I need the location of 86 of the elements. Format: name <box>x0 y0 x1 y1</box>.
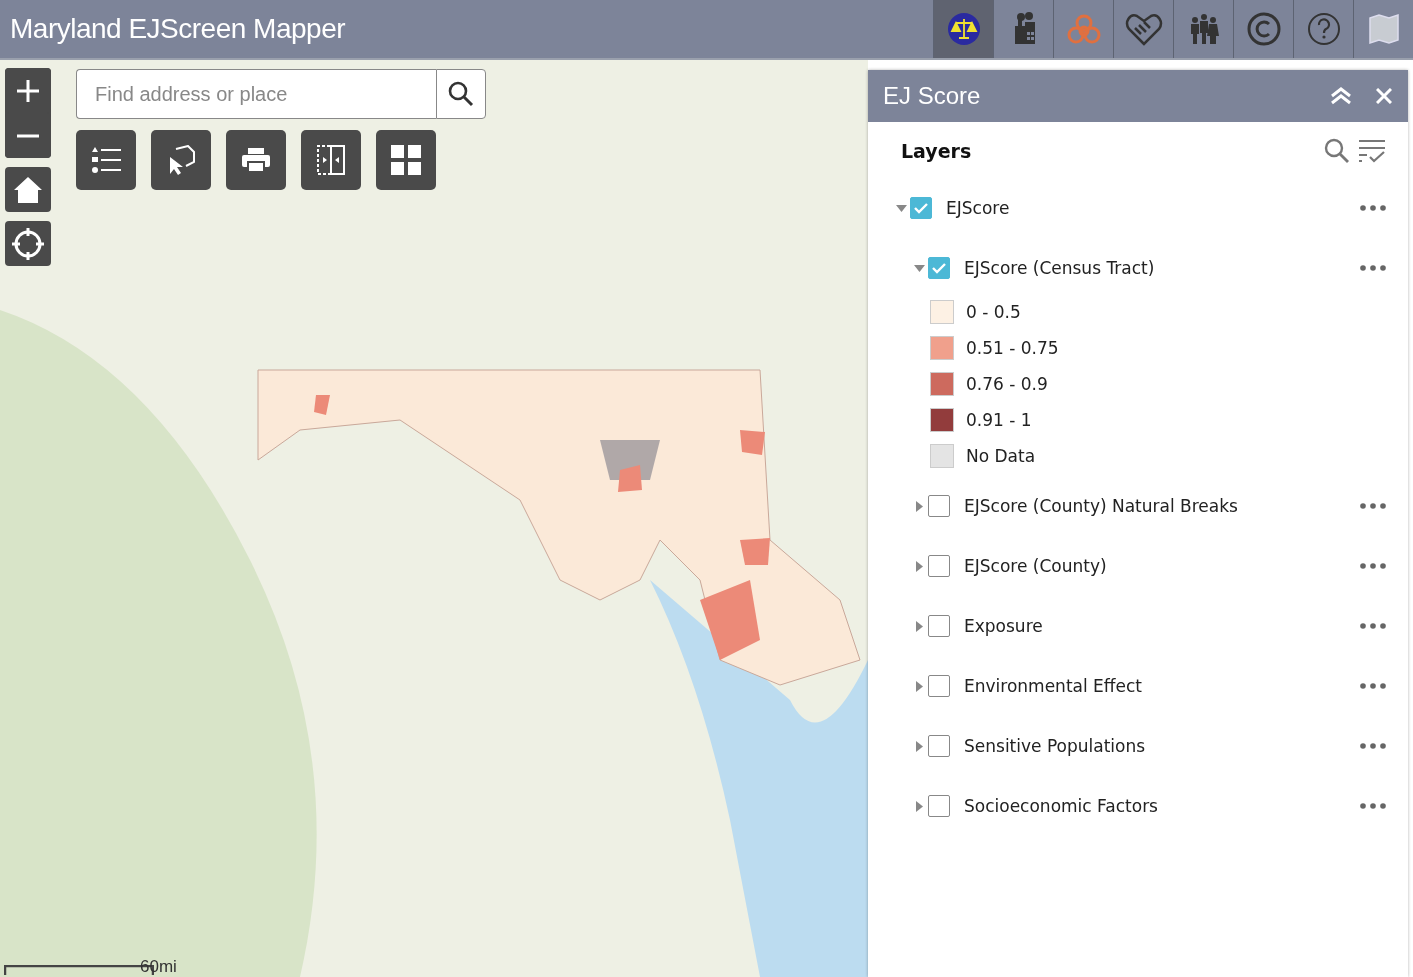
layer-checkbox[interactable] <box>928 615 950 637</box>
caret-icon <box>914 680 925 692</box>
expand-toggle[interactable] <box>914 262 928 274</box>
legend-label: 0.51 - 0.75 <box>966 338 1059 358</box>
check-icon <box>931 262 947 274</box>
more-options-button[interactable] <box>1360 803 1386 809</box>
expand-toggle[interactable] <box>896 202 910 214</box>
scales-icon <box>946 12 981 46</box>
toolbar-button[interactable] <box>933 0 993 58</box>
layer-checkbox[interactable] <box>928 495 950 517</box>
more-options-button[interactable] <box>1360 503 1386 509</box>
layer-name: Sensitive Populations <box>964 736 1147 756</box>
caret-icon <box>896 202 907 214</box>
copyright-icon <box>1245 11 1282 47</box>
ellipsis-icon <box>1360 623 1386 629</box>
ellipsis-icon <box>1360 503 1386 509</box>
search-button[interactable] <box>436 69 486 119</box>
ellipsis-icon <box>1360 563 1386 569</box>
app-title: Maryland EJScreen Mapper <box>9 13 346 45</box>
biohazard-icon <box>1065 12 1102 46</box>
layer-checkbox[interactable] <box>910 197 932 219</box>
map-tool-button[interactable] <box>301 130 361 190</box>
layer-name: EJScore (County) Natural Breaks <box>964 496 1239 516</box>
caret-icon <box>914 620 925 632</box>
more-options-button[interactable] <box>1360 743 1386 749</box>
search-field[interactable]: Find address or place <box>76 69 436 119</box>
layer-checkbox[interactable] <box>928 257 950 279</box>
layer-name: EJScore (County) <box>964 556 1108 576</box>
map-tool-button[interactable] <box>151 130 211 190</box>
layer-name: Socioeconomic Factors <box>964 796 1159 816</box>
crosshair-icon <box>12 227 44 260</box>
map-tool-button[interactable] <box>376 130 436 190</box>
layer-checkbox[interactable] <box>928 735 950 757</box>
more-options-button[interactable] <box>1360 205 1386 211</box>
map-tool-button[interactable] <box>76 130 136 190</box>
more-options-button[interactable] <box>1360 265 1386 271</box>
minus-icon <box>16 133 40 138</box>
printer-icon <box>241 147 271 173</box>
caret-icon <box>914 740 925 752</box>
caret-icon <box>914 560 925 572</box>
legend-label: No Data <box>966 446 1036 466</box>
scale-label: 60mi <box>140 958 177 975</box>
ellipsis-icon <box>1360 205 1386 211</box>
legend-label: 0.91 - 1 <box>966 410 1032 430</box>
filter-button[interactable] <box>1358 139 1386 163</box>
caret-icon <box>914 500 925 512</box>
layer-name: Environmental Effect <box>964 676 1144 696</box>
ellipsis-icon <box>1360 683 1386 689</box>
layer-name: Exposure <box>964 616 1044 636</box>
home-button[interactable] <box>5 167 51 212</box>
handshake-heart-icon <box>1124 12 1163 46</box>
layer-name: EJScore (Census Tract) <box>964 258 1156 278</box>
close-button[interactable] <box>1374 86 1394 106</box>
layer-checkbox[interactable] <box>928 555 950 577</box>
help-icon <box>1305 11 1342 47</box>
caret-icon <box>914 800 925 812</box>
check-icon <box>913 202 929 214</box>
legend-label: 0 - 0.5 <box>966 302 1021 322</box>
folded-map-icon <box>1366 12 1401 46</box>
plus-icon <box>16 78 40 103</box>
grid-icon <box>391 145 421 175</box>
layer-checkbox[interactable] <box>928 795 950 817</box>
section-title: Layers <box>900 140 973 162</box>
ellipsis-icon <box>1360 265 1386 271</box>
caret-icon <box>914 262 925 274</box>
more-options-button[interactable] <box>1360 623 1386 629</box>
search-icon <box>448 81 474 107</box>
map-drawing[interactable] <box>0 60 868 977</box>
swipe-icon <box>316 144 346 176</box>
map-tool-button[interactable] <box>226 130 286 190</box>
search-icon <box>1324 138 1350 164</box>
close-icon <box>1376 88 1392 104</box>
list-icon <box>90 146 122 174</box>
more-options-button[interactable] <box>1360 563 1386 569</box>
filter-list-icon <box>1358 139 1386 163</box>
layer-checkbox[interactable] <box>928 675 950 697</box>
legend-label: 0.76 - 0.9 <box>966 374 1048 394</box>
more-options-button[interactable] <box>1360 683 1386 689</box>
home-icon <box>13 175 43 204</box>
search-layers-button[interactable] <box>1324 138 1350 164</box>
locate-button[interactable] <box>5 221 51 266</box>
ellipsis-icon <box>1360 743 1386 749</box>
panel-title: EJ Score <box>883 82 982 110</box>
layer-name: EJScore <box>946 198 1011 218</box>
double-chevron-up-icon <box>1330 87 1352 105</box>
ellipsis-icon <box>1360 803 1386 809</box>
